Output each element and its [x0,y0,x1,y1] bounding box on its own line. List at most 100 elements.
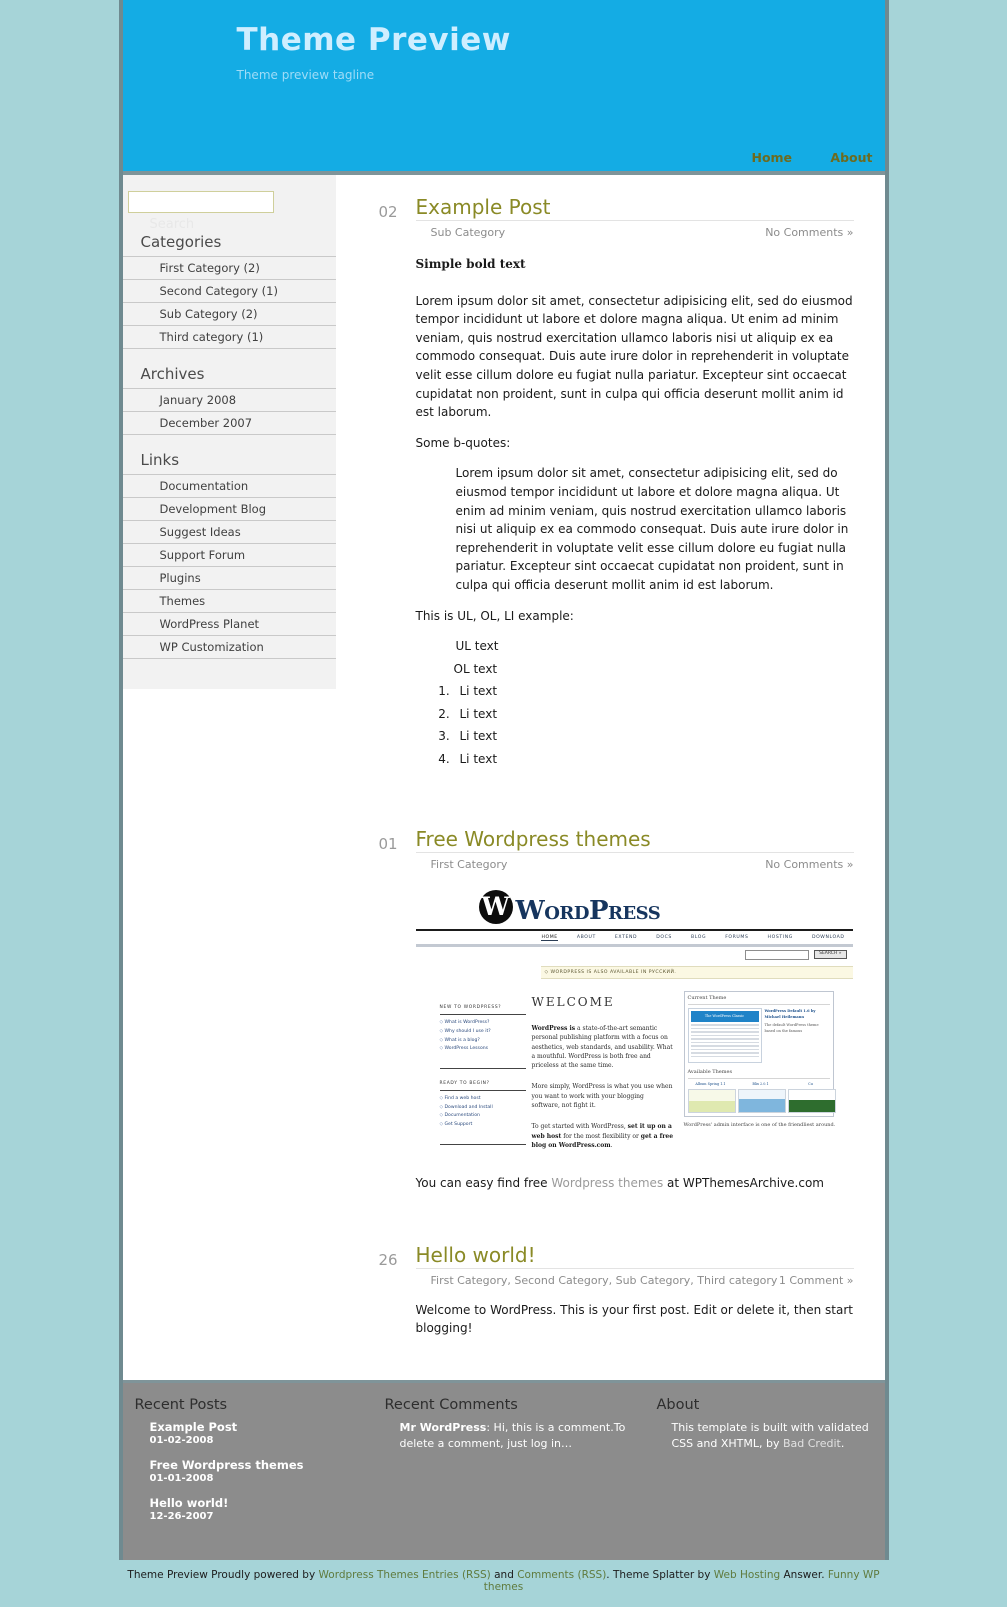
wp-sidebar-list: Find a web host Download and Install Doc… [440,1095,526,1130]
list-item: Hello world! 12-26-2007 [150,1496,361,1522]
post-categories[interactable]: First Category, Second Category, Sub Cat… [416,1274,778,1287]
post-caption: You can easy find free Wordpress themes … [416,1174,854,1193]
wp-language-banner: ◇ WORDPRESS IS ALSO AVAILABLE IN РУССКИЙ… [540,966,853,980]
post-categories[interactable]: Sub Category [416,226,506,239]
list-item: Free Wordpress themes 01-01-2008 [150,1458,361,1484]
post-comments-count[interactable]: 1 Comment » [779,1274,854,1287]
wp-search-button: SEARCH » [814,950,847,960]
footer-about-text: This template is built with validated CS… [672,1420,873,1453]
wp-avail-thumb [787,1089,836,1114]
list-item[interactable]: Third category (1) [122,325,336,349]
sidebar-link[interactable]: Documentation [160,479,249,493]
wp-sidebar-list: What is WordPress? Why should I use it? … [440,1019,526,1054]
comment-author[interactable]: Mr WordPress [400,1421,487,1434]
footer-post-link[interactable]: Example Post [150,1420,361,1434]
post-blockquote: Lorem ipsum dolor sit amet, consectetur … [456,464,854,594]
wp-avail-title: Album Spring 1.1 [695,1081,726,1086]
credit-link-wordpress-themes[interactable]: Wordpress Themes [319,1569,419,1581]
list-item: Li text [454,682,854,701]
search-input[interactable] [127,191,274,213]
wp-nav: HOME ABOUT EXTEND DOCS BLOG FORUMS HOSTI… [415,931,853,947]
list-item[interactable]: WordPress Planet [122,612,336,635]
credit-link-entries-rss[interactable]: Entries (RSS) [422,1569,491,1581]
sidebar-link[interactable]: Development Blog [160,502,267,516]
list-item[interactable]: First Category (2) [122,256,336,279]
list-item[interactable]: Themes [122,589,336,612]
wp-nav-item: DOWNLOAD [811,934,845,940]
list-item: UL text [455,639,499,654]
list-item[interactable]: Second Category (1) [122,279,336,302]
list-item[interactable]: December 2007 [122,411,336,435]
footer-post-date: 12-26-2007 [149,1510,214,1522]
footer-heading: About [656,1396,700,1413]
list-item[interactable]: WP Customization [122,635,336,659]
post-categories[interactable]: First Category [416,858,508,871]
wp-promo-column: Current Theme The WordPress Classic Word… [683,985,852,1162]
credit-text-5: Answer. [780,1568,828,1581]
unordered-list-demo: UL text [456,637,854,656]
wp-nav-item: HOSTING [767,934,793,940]
search-label: Search [149,217,195,232]
post-comments-count[interactable]: No Comments » [765,858,853,871]
footer-column-recent-posts: Recent Posts Example Post 01-02-2008 Fre… [123,1397,373,1534]
sidebar-link[interactable]: Themes [160,594,206,608]
list-item[interactable]: Documentation [122,474,336,497]
list-item[interactable]: Plugins [122,566,336,589]
sidebar-link[interactable]: January 2008 [160,393,237,407]
wp-wordmark: WordPress [515,895,661,926]
footer-comment: Mr WordPress: Hi, this is a comment.To d… [400,1420,633,1452]
sidebar-link[interactable]: First Category (2) [160,261,260,275]
caption-link[interactable]: Wordpress themes [551,1176,663,1190]
footer-post-link[interactable]: Hello world! [150,1496,361,1510]
sidebar-link[interactable]: WP Customization [160,640,264,654]
page-title: Theme Preview [236,22,511,58]
list-item[interactable]: Suggest Ideas [122,520,336,543]
sidebar-link[interactable]: Sub Category (2) [160,307,258,321]
list-item[interactable]: Support Forum [122,543,336,566]
post-title-link[interactable]: Example Post [416,195,551,219]
wp-main-column: WELCOME WordPress is a state-of-the-art … [532,985,684,1162]
wp-sidebar-heading: NEW TO WORDPRESS? [439,1005,526,1016]
about-credit-link[interactable]: Bad Credit [783,1437,841,1450]
nav-item-home[interactable]: Home [751,150,792,165]
post-title-link[interactable]: Free Wordpress themes [416,827,651,851]
footer-post-link[interactable]: Free Wordpress themes [150,1458,361,1472]
sidebar-link[interactable]: WordPress Planet [160,617,260,631]
credit-line: Theme Preview Proudly powered by Wordpre… [123,1560,885,1607]
wp-nav-item: BLOG [691,934,707,940]
post-comments-count[interactable]: No Comments » [765,226,853,239]
credit-link-web-hosting[interactable]: Web Hosting [714,1569,780,1581]
list-item[interactable]: Sub Category (2) [122,302,336,325]
quote-intro: Some b-quotes: [415,435,511,450]
sidebar-link[interactable]: Support Forum [160,548,246,562]
wp-avail-item: Cu [787,1082,836,1114]
list-item[interactable]: Development Blog [122,497,336,520]
wp-theme-description: WordPress Default 1.6 by Michael Heilema… [765,1008,830,1063]
wp-divider [439,1143,526,1145]
list-item: Example Post 01-02-2008 [150,1420,361,1446]
archive-list: January 2008 December 2007 [122,388,336,435]
wp-lead-bold: WordPress is [531,1024,576,1032]
sidebar-link[interactable]: Suggest Ideas [160,525,241,539]
post-date: 26 [378,1250,398,1269]
footer-post-date: 01-01-2008 [149,1472,214,1484]
widget-title: Archives [140,365,205,383]
sidebar-link[interactable]: Third category (1) [160,330,264,344]
list-item: Li text [454,727,854,746]
wp-avail-item: Blix 2.0.1 [737,1082,786,1114]
widget-title: Links [140,451,180,469]
post-title-link[interactable]: Hello world! [416,1243,536,1267]
post-body: W WordPress HOME ABOUT EXTEND DOCS BLOG … [415,886,854,1193]
wp-paragraph: WordPress is a state-of-the-art semantic… [532,1024,674,1070]
page-container: Theme Preview Theme preview tagline Home… [118,0,889,1560]
widget-archives: Archives January 2008 December 2007 [122,365,336,435]
list-item: What is a blog? [440,1037,526,1046]
list-item[interactable]: January 2008 [122,388,336,411]
wp-p3-c: for the most flexibility or [561,1132,641,1140]
sidebar-link[interactable]: Plugins [160,571,201,585]
credit-link-comments-rss[interactable]: Comments (RSS) [517,1569,606,1581]
wp-caption: WordPress' admin interface is one of the… [683,1122,836,1129]
sidebar-link[interactable]: December 2007 [160,416,253,430]
nav-item-about[interactable]: About [830,150,872,165]
sidebar-link[interactable]: Second Category (1) [160,284,278,298]
